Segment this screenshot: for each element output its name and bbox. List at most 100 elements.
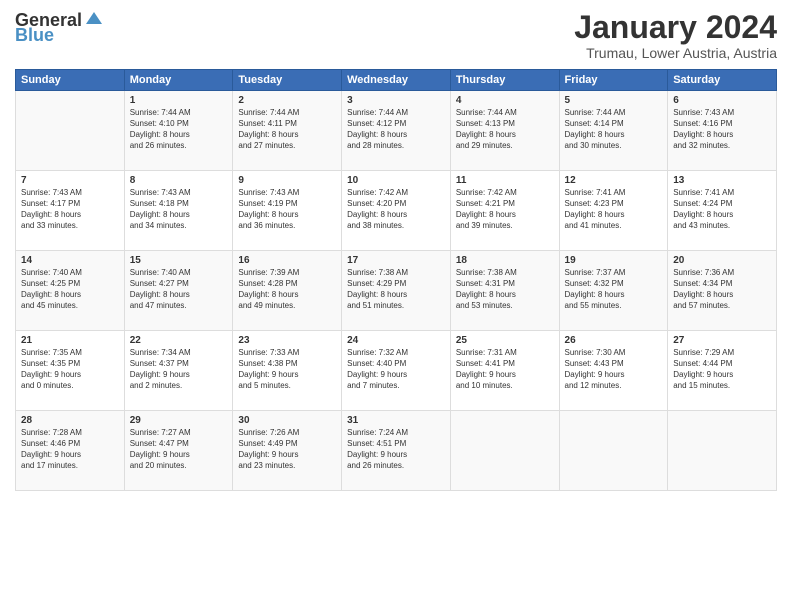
day-number: 27: [673, 335, 771, 346]
cell-w0-d4: 4 Sunrise: 7:44 AM Sunset: 4:13 PM Daylig…: [450, 91, 559, 171]
day-number: 19: [565, 255, 663, 266]
day-info: Sunrise: 7:44 AM Sunset: 4:14 PM Dayligh…: [565, 108, 663, 151]
day-info: Sunrise: 7:37 AM Sunset: 4:32 PM Dayligh…: [565, 268, 663, 311]
day-number: 30: [238, 415, 336, 426]
day-info: Sunrise: 7:44 AM Sunset: 4:13 PM Dayligh…: [456, 108, 554, 151]
day-number: 6: [673, 95, 771, 106]
day-info: Sunrise: 7:34 AM Sunset: 4:37 PM Dayligh…: [130, 348, 228, 391]
day-info: Sunrise: 7:43 AM Sunset: 4:16 PM Dayligh…: [673, 108, 771, 151]
cell-w3-d4: 25 Sunrise: 7:31 AM Sunset: 4:41 PM Dayli…: [450, 331, 559, 411]
cell-w3-d3: 24Sunrise: 7:32 AM Sunset: 4:40 PM Dayli…: [342, 331, 451, 411]
cell-w0-d3: 3Sunrise: 7:44 AM Sunset: 4:12 PM Daylig…: [342, 91, 451, 171]
day-info: Sunrise: 7:42 AM Sunset: 4:21 PM Dayligh…: [456, 188, 554, 231]
day-number: 15: [130, 255, 228, 266]
header-thursday: Thursday: [450, 70, 559, 91]
cell-w4-d2: 30Sunrise: 7:26 AM Sunset: 4:49 PM Dayli…: [233, 411, 342, 491]
day-info: Sunrise: 7:38 AM Sunset: 4:29 PM Dayligh…: [347, 268, 445, 311]
day-info: Sunrise: 7:28 AM Sunset: 4:46 PM Dayligh…: [21, 428, 119, 471]
calendar-subtitle: Trumau, Lower Austria, Austria: [574, 45, 777, 61]
week-row-2: 14 Sunrise: 7:40 AM Sunset: 4:25 PM Dayli…: [16, 251, 777, 331]
cell-w2-d6: 20Sunrise: 7:36 AM Sunset: 4:34 PM Dayli…: [668, 251, 777, 331]
day-info: Sunrise: 7:41 AM Sunset: 4:23 PM Dayligh…: [565, 188, 663, 231]
day-info: Sunrise: 7:30 AM Sunset: 4:43 PM Dayligh…: [565, 348, 663, 391]
day-info: Sunrise: 7:36 AM Sunset: 4:34 PM Dayligh…: [673, 268, 771, 311]
cell-w1-d1: 8Sunrise: 7:43 AM Sunset: 4:18 PM Daylig…: [124, 171, 233, 251]
day-number: 31: [347, 415, 445, 426]
cell-w3-d1: 22 Sunrise: 7:34 AM Sunset: 4:37 PM Dayli…: [124, 331, 233, 411]
day-number: 4: [456, 95, 554, 106]
header-tuesday: Tuesday: [233, 70, 342, 91]
logo-icon: [84, 10, 104, 30]
cell-w1-d5: 12 Sunrise: 7:41 AM Sunset: 4:23 PM Dayli…: [559, 171, 668, 251]
day-number: 29: [130, 415, 228, 426]
day-number: 13: [673, 175, 771, 186]
day-info: Sunrise: 7:43 AM Sunset: 4:18 PM Dayligh…: [130, 188, 228, 231]
day-number: 21: [21, 335, 119, 346]
day-info: Sunrise: 7:33 AM Sunset: 4:38 PM Dayligh…: [238, 348, 336, 391]
logo-blue: Blue: [15, 26, 54, 44]
cell-w4-d0: 28 Sunrise: 7:28 AM Sunset: 4:46 PM Dayli…: [16, 411, 125, 491]
day-number: 11: [456, 175, 554, 186]
day-info: Sunrise: 7:27 AM Sunset: 4:47 PM Dayligh…: [130, 428, 228, 471]
cell-w0-d2: 2Sunrise: 7:44 AM Sunset: 4:11 PM Daylig…: [233, 91, 342, 171]
day-number: 12: [565, 175, 663, 186]
cell-w2-d1: 15Sunrise: 7:40 AM Sunset: 4:27 PM Dayli…: [124, 251, 233, 331]
day-info: Sunrise: 7:43 AM Sunset: 4:19 PM Dayligh…: [238, 188, 336, 231]
day-number: 14: [21, 255, 119, 266]
cell-w4-d5: [559, 411, 668, 491]
day-info: Sunrise: 7:44 AM Sunset: 4:10 PM Dayligh…: [130, 108, 228, 151]
cell-w2-d3: 17 Sunrise: 7:38 AM Sunset: 4:29 PM Dayli…: [342, 251, 451, 331]
week-row-3: 21 Sunrise: 7:35 AM Sunset: 4:35 PM Dayli…: [16, 331, 777, 411]
day-number: 22: [130, 335, 228, 346]
day-number: 25: [456, 335, 554, 346]
day-info: Sunrise: 7:40 AM Sunset: 4:25 PM Dayligh…: [21, 268, 119, 311]
cell-w4-d4: [450, 411, 559, 491]
calendar-title: January 2024: [574, 10, 777, 45]
week-row-4: 28 Sunrise: 7:28 AM Sunset: 4:46 PM Dayli…: [16, 411, 777, 491]
header-row: Sunday Monday Tuesday Wednesday Thursday…: [16, 70, 777, 91]
day-number: 17: [347, 255, 445, 266]
logo: General Blue: [15, 10, 104, 44]
header: General Blue January 2024 Trumau, Lower …: [15, 10, 777, 61]
day-info: Sunrise: 7:35 AM Sunset: 4:35 PM Dayligh…: [21, 348, 119, 391]
day-number: 5: [565, 95, 663, 106]
day-number: 1: [130, 95, 228, 106]
header-friday: Friday: [559, 70, 668, 91]
day-info: Sunrise: 7:39 AM Sunset: 4:28 PM Dayligh…: [238, 268, 336, 311]
header-saturday: Saturday: [668, 70, 777, 91]
day-number: 7: [21, 175, 119, 186]
cell-w3-d2: 23 Sunrise: 7:33 AM Sunset: 4:38 PM Dayli…: [233, 331, 342, 411]
header-monday: Monday: [124, 70, 233, 91]
cell-w1-d0: 7 Sunrise: 7:43 AM Sunset: 4:17 PM Daylig…: [16, 171, 125, 251]
cell-w4-d6: [668, 411, 777, 491]
cell-w1-d4: 11 Sunrise: 7:42 AM Sunset: 4:21 PM Dayli…: [450, 171, 559, 251]
day-info: Sunrise: 7:38 AM Sunset: 4:31 PM Dayligh…: [456, 268, 554, 311]
cell-w2-d2: 16Sunrise: 7:39 AM Sunset: 4:28 PM Dayli…: [233, 251, 342, 331]
day-info: Sunrise: 7:31 AM Sunset: 4:41 PM Dayligh…: [456, 348, 554, 391]
cell-w0-d0: [16, 91, 125, 171]
cell-w2-d5: 19 Sunrise: 7:37 AM Sunset: 4:32 PM Dayli…: [559, 251, 668, 331]
day-number: 10: [347, 175, 445, 186]
cell-w4-d1: 29 Sunrise: 7:27 AM Sunset: 4:47 PM Dayli…: [124, 411, 233, 491]
day-number: 18: [456, 255, 554, 266]
cell-w3-d6: 27 Sunrise: 7:29 AM Sunset: 4:44 PM Dayli…: [668, 331, 777, 411]
page: General Blue January 2024 Trumau, Lower …: [0, 0, 792, 612]
cell-w1-d3: 10Sunrise: 7:42 AM Sunset: 4:20 PM Dayli…: [342, 171, 451, 251]
cell-w3-d0: 21 Sunrise: 7:35 AM Sunset: 4:35 PM Dayli…: [16, 331, 125, 411]
day-info: Sunrise: 7:32 AM Sunset: 4:40 PM Dayligh…: [347, 348, 445, 391]
cell-w0-d1: 1 Sunrise: 7:44 AM Sunset: 4:10 PM Daylig…: [124, 91, 233, 171]
calendar-table: Sunday Monday Tuesday Wednesday Thursday…: [15, 69, 777, 491]
day-number: 3: [347, 95, 445, 106]
day-number: 2: [238, 95, 336, 106]
cell-w3-d5: 26Sunrise: 7:30 AM Sunset: 4:43 PM Dayli…: [559, 331, 668, 411]
day-number: 28: [21, 415, 119, 426]
day-info: Sunrise: 7:43 AM Sunset: 4:17 PM Dayligh…: [21, 188, 119, 231]
week-row-0: 1 Sunrise: 7:44 AM Sunset: 4:10 PM Daylig…: [16, 91, 777, 171]
cell-w4-d3: 31Sunrise: 7:24 AM Sunset: 4:51 PM Dayli…: [342, 411, 451, 491]
day-number: 23: [238, 335, 336, 346]
cell-w1-d2: 9Sunrise: 7:43 AM Sunset: 4:19 PM Daylig…: [233, 171, 342, 251]
header-sunday: Sunday: [16, 70, 125, 91]
week-row-1: 7 Sunrise: 7:43 AM Sunset: 4:17 PM Daylig…: [16, 171, 777, 251]
day-info: Sunrise: 7:29 AM Sunset: 4:44 PM Dayligh…: [673, 348, 771, 391]
cell-w1-d6: 13Sunrise: 7:41 AM Sunset: 4:24 PM Dayli…: [668, 171, 777, 251]
